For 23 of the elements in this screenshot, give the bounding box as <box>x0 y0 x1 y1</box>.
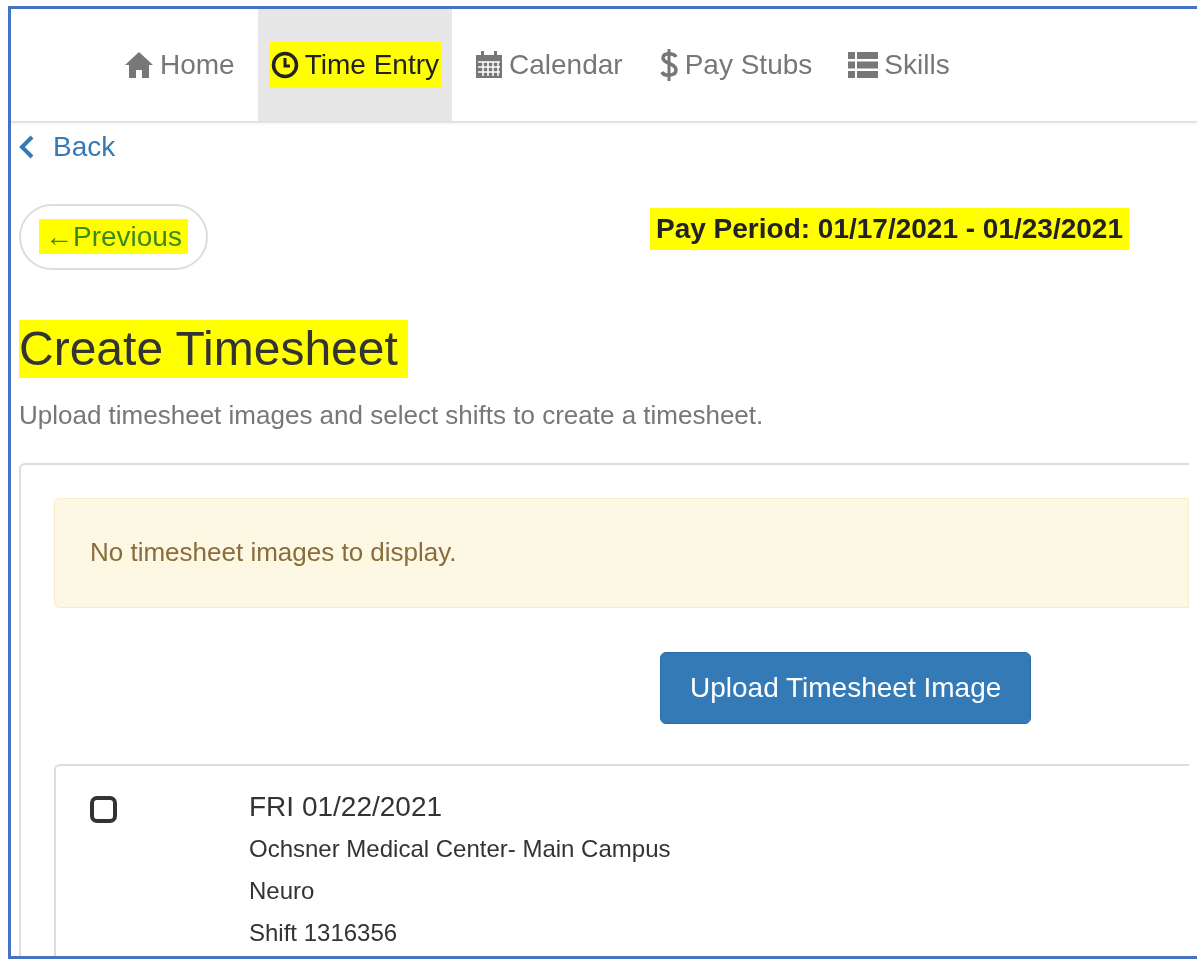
shift-number: Shift 1316356 <box>249 918 399 948</box>
nav-tab[interactable]: Pay Stubs <box>645 9 826 121</box>
nav-tab[interactable]: Home <box>111 9 248 121</box>
clock-icon <box>270 51 299 79</box>
pay-period: Pay Period: 01/17/2021 - 01/23/2021 <box>650 208 1129 250</box>
nav-tab[interactable]: Time Entry <box>257 9 452 121</box>
page-subtitle: Upload timesheet images and select shifts to create a timesheet. <box>19 398 765 432</box>
shift-location: Ochsner Medical Center- Main Campus <box>249 835 671 864</box>
back-link[interactable]: Back <box>19 126 116 168</box>
alert-message: No timesheet images to display. <box>54 497 1189 608</box>
nav-tab[interactable]: Skills <box>835 9 963 121</box>
list-icon <box>848 52 879 78</box>
home-icon <box>124 51 154 79</box>
upload-timesheet-image-button[interactable]: Upload Timesheet Image <box>660 651 1032 724</box>
page-title: Create Timesheet <box>19 320 408 378</box>
shift-unit: Neuro <box>249 877 316 906</box>
shift-date: FRI 01/22/2021 <box>249 789 444 824</box>
calendar-icon <box>475 51 503 79</box>
shift-checkbox[interactable] <box>90 795 117 823</box>
previous-button[interactable]: ←Previous <box>19 204 208 270</box>
chevron-left-icon <box>19 135 35 159</box>
nav-tab[interactable]: Calendar <box>462 9 636 121</box>
dollar-icon <box>658 48 679 82</box>
